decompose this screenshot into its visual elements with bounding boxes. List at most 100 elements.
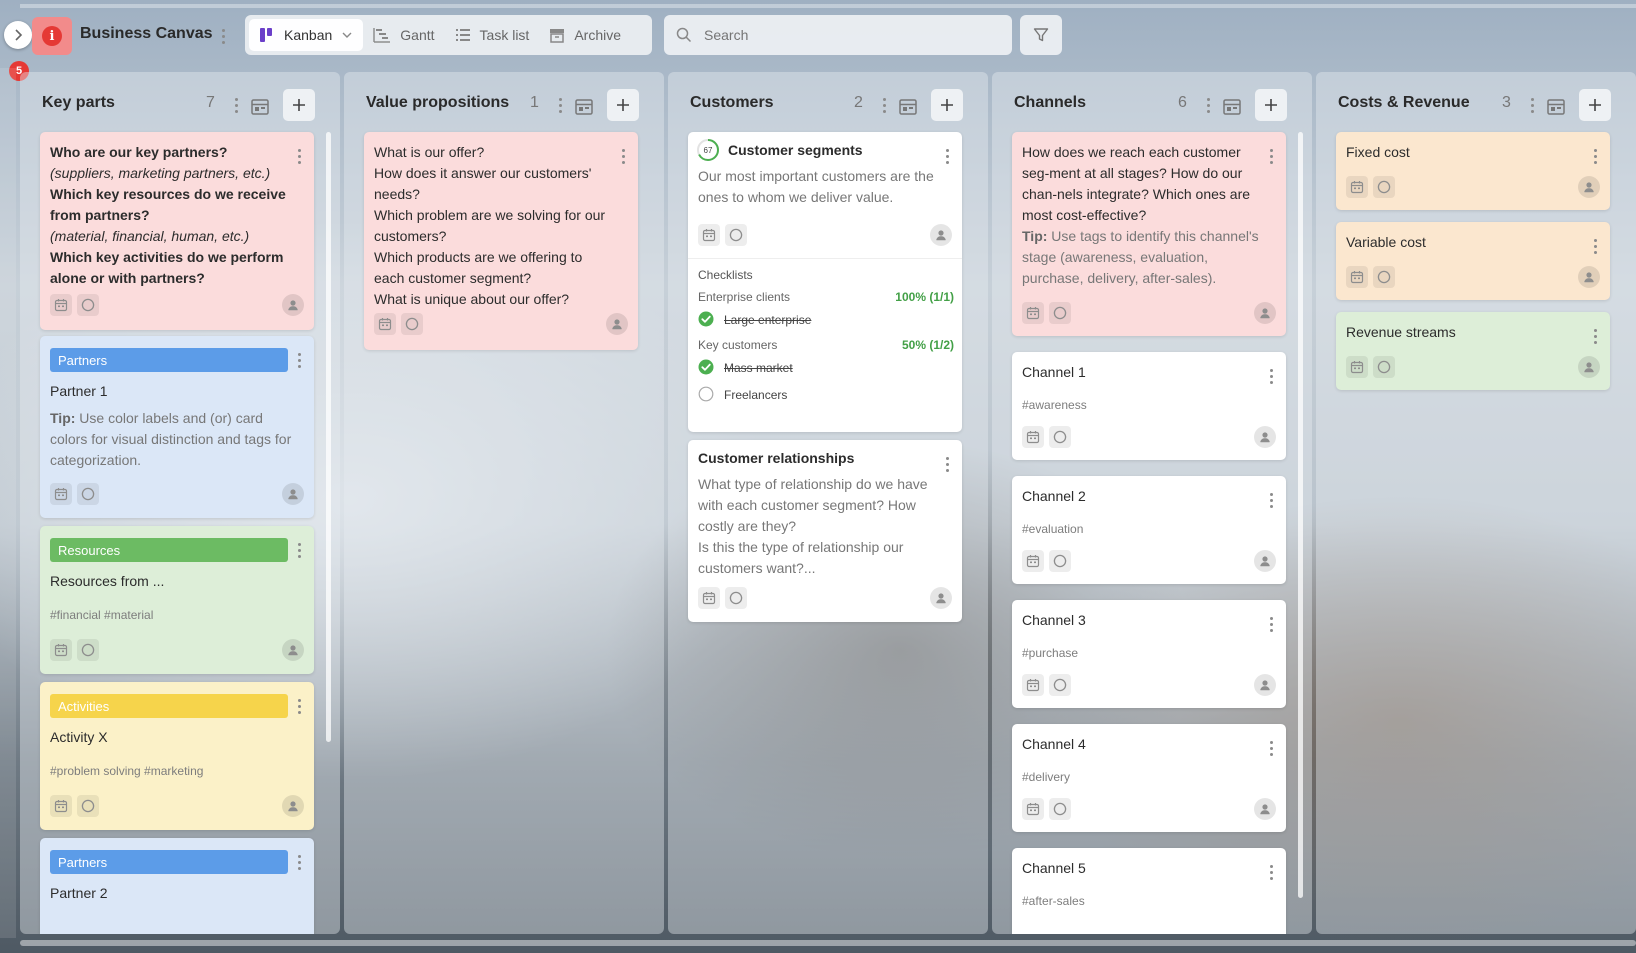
card-activities[interactable]: Activities Activity X #problem solving #… [40,682,314,830]
card-channels-intro[interactable]: How does we reach each customer seg-ment… [1012,132,1286,336]
status-circle-icon[interactable] [1049,302,1071,324]
assignee-icon[interactable] [282,639,304,661]
assignee-icon[interactable] [282,294,304,316]
calendar-icon[interactable] [50,795,72,817]
add-card-button[interactable] [607,89,639,121]
card-revenue-streams[interactable]: Revenue streams [1336,312,1610,390]
card-menu-icon[interactable] [294,350,304,370]
status-circle-icon[interactable] [1049,426,1071,448]
card-tags[interactable]: #awareness [1022,398,1087,412]
column-menu-icon[interactable] [231,94,241,116]
filter-button[interactable] [1020,15,1062,55]
calendar-icon[interactable] [1346,356,1368,378]
card-menu-icon[interactable] [1590,146,1600,166]
assignee-icon[interactable] [1254,674,1276,696]
column-title[interactable]: Channels [1014,94,1086,112]
card-menu-icon[interactable] [1266,614,1276,634]
card-tags[interactable]: #purchase [1022,646,1078,660]
assignee-icon[interactable] [606,313,628,335]
assignee-icon[interactable] [1578,176,1600,198]
card-layout-icon[interactable] [250,97,270,117]
calendar-icon[interactable] [374,313,396,335]
column-menu-icon[interactable] [879,94,889,116]
column-menu-icon[interactable] [555,94,565,116]
checklist-item[interactable]: Large enterprise [724,313,811,327]
card-tags[interactable]: #financial #material [50,608,153,622]
calendar-icon[interactable] [1022,426,1044,448]
card-layout-icon[interactable] [1546,97,1566,117]
status-circle-icon[interactable] [1373,176,1395,198]
assignee-icon[interactable] [1254,426,1276,448]
status-circle-icon[interactable] [77,639,99,661]
card-layout-icon[interactable] [898,97,918,117]
calendar-icon[interactable] [1346,266,1368,288]
column-menu-icon[interactable] [1527,94,1537,116]
card-value-offer[interactable]: What is our offer? How does it answer ou… [364,132,638,350]
card-menu-icon[interactable] [1266,366,1276,386]
tab-gantt[interactable]: Gantt [363,19,444,51]
board-title[interactable]: Business Canvas [80,25,213,43]
calendar-icon[interactable] [698,587,720,609]
card-channel-4[interactable]: Channel 4 #delivery [1012,724,1286,832]
add-card-button[interactable] [931,89,963,121]
add-card-button[interactable] [1579,89,1611,121]
column-scrollbar[interactable] [326,132,331,742]
column-title[interactable]: Value propositions [366,94,509,112]
status-circle-icon[interactable] [725,587,747,609]
tab-archive[interactable]: Archive [539,19,631,51]
card-tags[interactable]: #after-sales [1022,894,1085,908]
board-menu-icon[interactable] [218,25,228,47]
calendar-icon[interactable] [50,294,72,316]
calendar-icon[interactable] [1346,176,1368,198]
board-icon[interactable]: i [32,17,72,55]
unchecked-icon[interactable] [698,386,714,402]
calendar-icon[interactable] [1022,550,1044,572]
calendar-icon[interactable] [1022,302,1044,324]
tab-kanban[interactable]: Kanban [249,19,364,51]
checked-icon[interactable] [698,359,714,375]
card-customer-segments[interactable]: 67 Customer segments Our most important … [688,132,962,432]
add-card-button[interactable] [1255,89,1287,121]
horizontal-scrollbar[interactable] [20,940,1636,946]
status-circle-icon[interactable] [1049,674,1071,696]
status-circle-icon[interactable] [77,483,99,505]
card-menu-icon[interactable] [1590,236,1600,256]
status-circle-icon[interactable] [401,313,423,335]
add-card-button[interactable] [283,89,315,121]
checked-icon[interactable] [698,311,714,327]
assignee-icon[interactable] [930,224,952,246]
status-circle-icon[interactable] [1373,356,1395,378]
assignee-icon[interactable] [1578,356,1600,378]
search-input[interactable] [702,26,1006,44]
assignee-icon[interactable] [930,587,952,609]
card-channel-3[interactable]: Channel 3 #purchase [1012,600,1286,708]
card-layout-icon[interactable] [574,97,594,117]
card-menu-icon[interactable] [1590,326,1600,346]
calendar-icon[interactable] [50,483,72,505]
card-layout-icon[interactable] [1222,97,1242,117]
card-menu-icon[interactable] [942,146,952,166]
card-variable-cost[interactable]: Variable cost [1336,222,1610,300]
card-menu-icon[interactable] [294,540,304,560]
card-menu-icon[interactable] [1266,146,1276,166]
card-menu-icon[interactable] [294,696,304,716]
card-channel-2[interactable]: Channel 2 #evaluation [1012,476,1286,584]
card-tags[interactable]: #evaluation [1022,522,1083,536]
expand-sidebar-button[interactable] [4,21,32,49]
card-key-partners[interactable]: Who are our key partners? (suppliers, ma… [40,132,314,330]
checklist-item[interactable]: Mass market [724,361,793,375]
tab-task-list[interactable]: Task list [445,19,540,51]
column-scrollbar[interactable] [1298,132,1303,898]
checklist-item[interactable]: Freelancers [724,388,787,402]
calendar-icon[interactable] [698,224,720,246]
card-menu-icon[interactable] [1266,738,1276,758]
status-circle-icon[interactable] [1049,798,1071,820]
card-tags[interactable]: #delivery [1022,770,1070,784]
card-menu-icon[interactable] [1266,862,1276,882]
calendar-icon[interactable] [1022,798,1044,820]
card-menu-icon[interactable] [294,852,304,872]
assignee-icon[interactable] [1254,550,1276,572]
column-title[interactable]: Customers [690,94,774,112]
assignee-icon[interactable] [1254,302,1276,324]
status-circle-icon[interactable] [1049,550,1071,572]
